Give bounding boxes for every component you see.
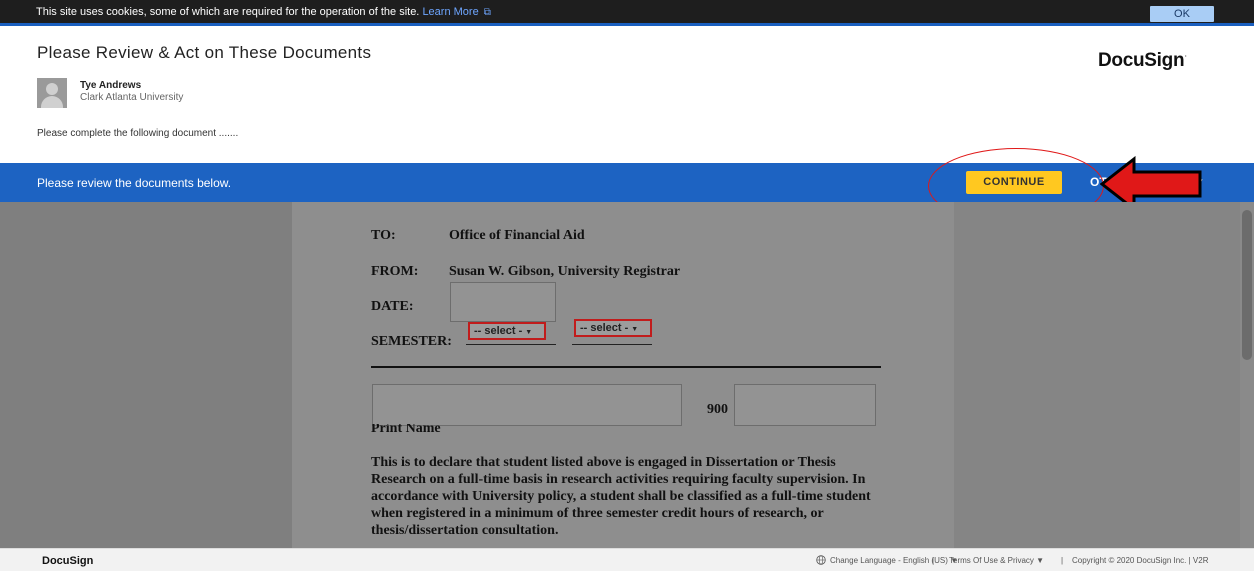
change-language-link[interactable]: Change Language - English (US) ▼ (830, 556, 958, 565)
select-1-text: -- select - (474, 325, 523, 337)
right-panel (954, 202, 1240, 548)
terms-text: Terms Of Use & Privacy (949, 556, 1034, 565)
semester-label: SEMESTER: (371, 334, 452, 349)
sender-org: Clark Atlanta University (80, 92, 184, 103)
id-prefix: 900 (707, 402, 728, 417)
chevron-down-icon: ▼ (1036, 556, 1045, 565)
declaration-paragraph: This is to declare that student listed a… (371, 455, 871, 538)
footer: DocuSign Change Language - English (US) … (0, 548, 1254, 571)
action-bar-text: Please review the documents below. (37, 176, 232, 190)
avatar-head (46, 83, 58, 95)
language-text: Change Language - English (US) (830, 556, 948, 565)
learn-more-link[interactable]: Learn More (422, 6, 478, 18)
sender-name: Tye Andrews (80, 80, 142, 91)
avatar-body (41, 96, 63, 108)
terms-link[interactable]: Terms Of Use & Privacy ▼ (949, 556, 1044, 565)
chevron-down-icon: ▼ (631, 326, 639, 333)
semester-underline-2 (572, 344, 652, 345)
scrollbar-thumb[interactable] (1242, 210, 1252, 360)
brand-text: DocuSign (1098, 50, 1185, 71)
chevron-down-icon: ▼ (525, 329, 533, 336)
to-label: TO: (371, 228, 396, 243)
docusign-logo: DocuSign· (1098, 50, 1187, 72)
semester-select-2[interactable]: -- select - ▼ (574, 319, 652, 337)
footer-separator: | (932, 556, 935, 565)
date-label: DATE: (371, 299, 414, 314)
sender-message: Please complete the following document .… (37, 128, 239, 139)
date-field[interactable] (450, 282, 556, 322)
cookie-message: This site uses cookies, some of which ar… (36, 6, 420, 18)
chevron-down-icon[interactable]: ▾ (1198, 176, 1203, 187)
continue-button[interactable]: CONTINUE (966, 171, 1062, 194)
cookie-banner: This site uses cookies, some of which ar… (0, 0, 1254, 26)
copyright-text: Copyright © 2020 DocuSign Inc. | V2R (1072, 556, 1209, 565)
cookie-text: This site uses cookies, some of which ar… (36, 6, 491, 18)
student-id-field[interactable] (734, 384, 876, 426)
print-name-field[interactable] (372, 384, 682, 426)
other-actions-menu[interactable]: OTHER ACTIONS (1090, 175, 1189, 189)
cookie-ok-button[interactable]: OK (1150, 6, 1214, 22)
trademark-mark: · (1184, 50, 1187, 61)
action-bar: Please review the documents below. CONTI… (0, 163, 1254, 202)
globe-icon (816, 555, 826, 565)
semester-select-1[interactable]: -- select - ▼ (468, 322, 546, 340)
select-2-text: -- select - (580, 322, 629, 334)
print-name-label: Print Name (371, 424, 441, 434)
section-divider (371, 366, 881, 368)
from-label: FROM: (371, 264, 419, 279)
from-value: Susan W. Gibson, University Registrar (449, 264, 681, 279)
page-title: Please Review & Act on These Documents (37, 43, 372, 62)
footer-separator: | (1061, 556, 1064, 565)
semester-underline-1 (466, 344, 556, 345)
to-value: Office of Financial Aid (449, 228, 585, 243)
avatar-icon (37, 78, 67, 108)
footer-logo: DocuSign (42, 555, 94, 567)
external-link-icon: ⧉ (483, 7, 491, 18)
